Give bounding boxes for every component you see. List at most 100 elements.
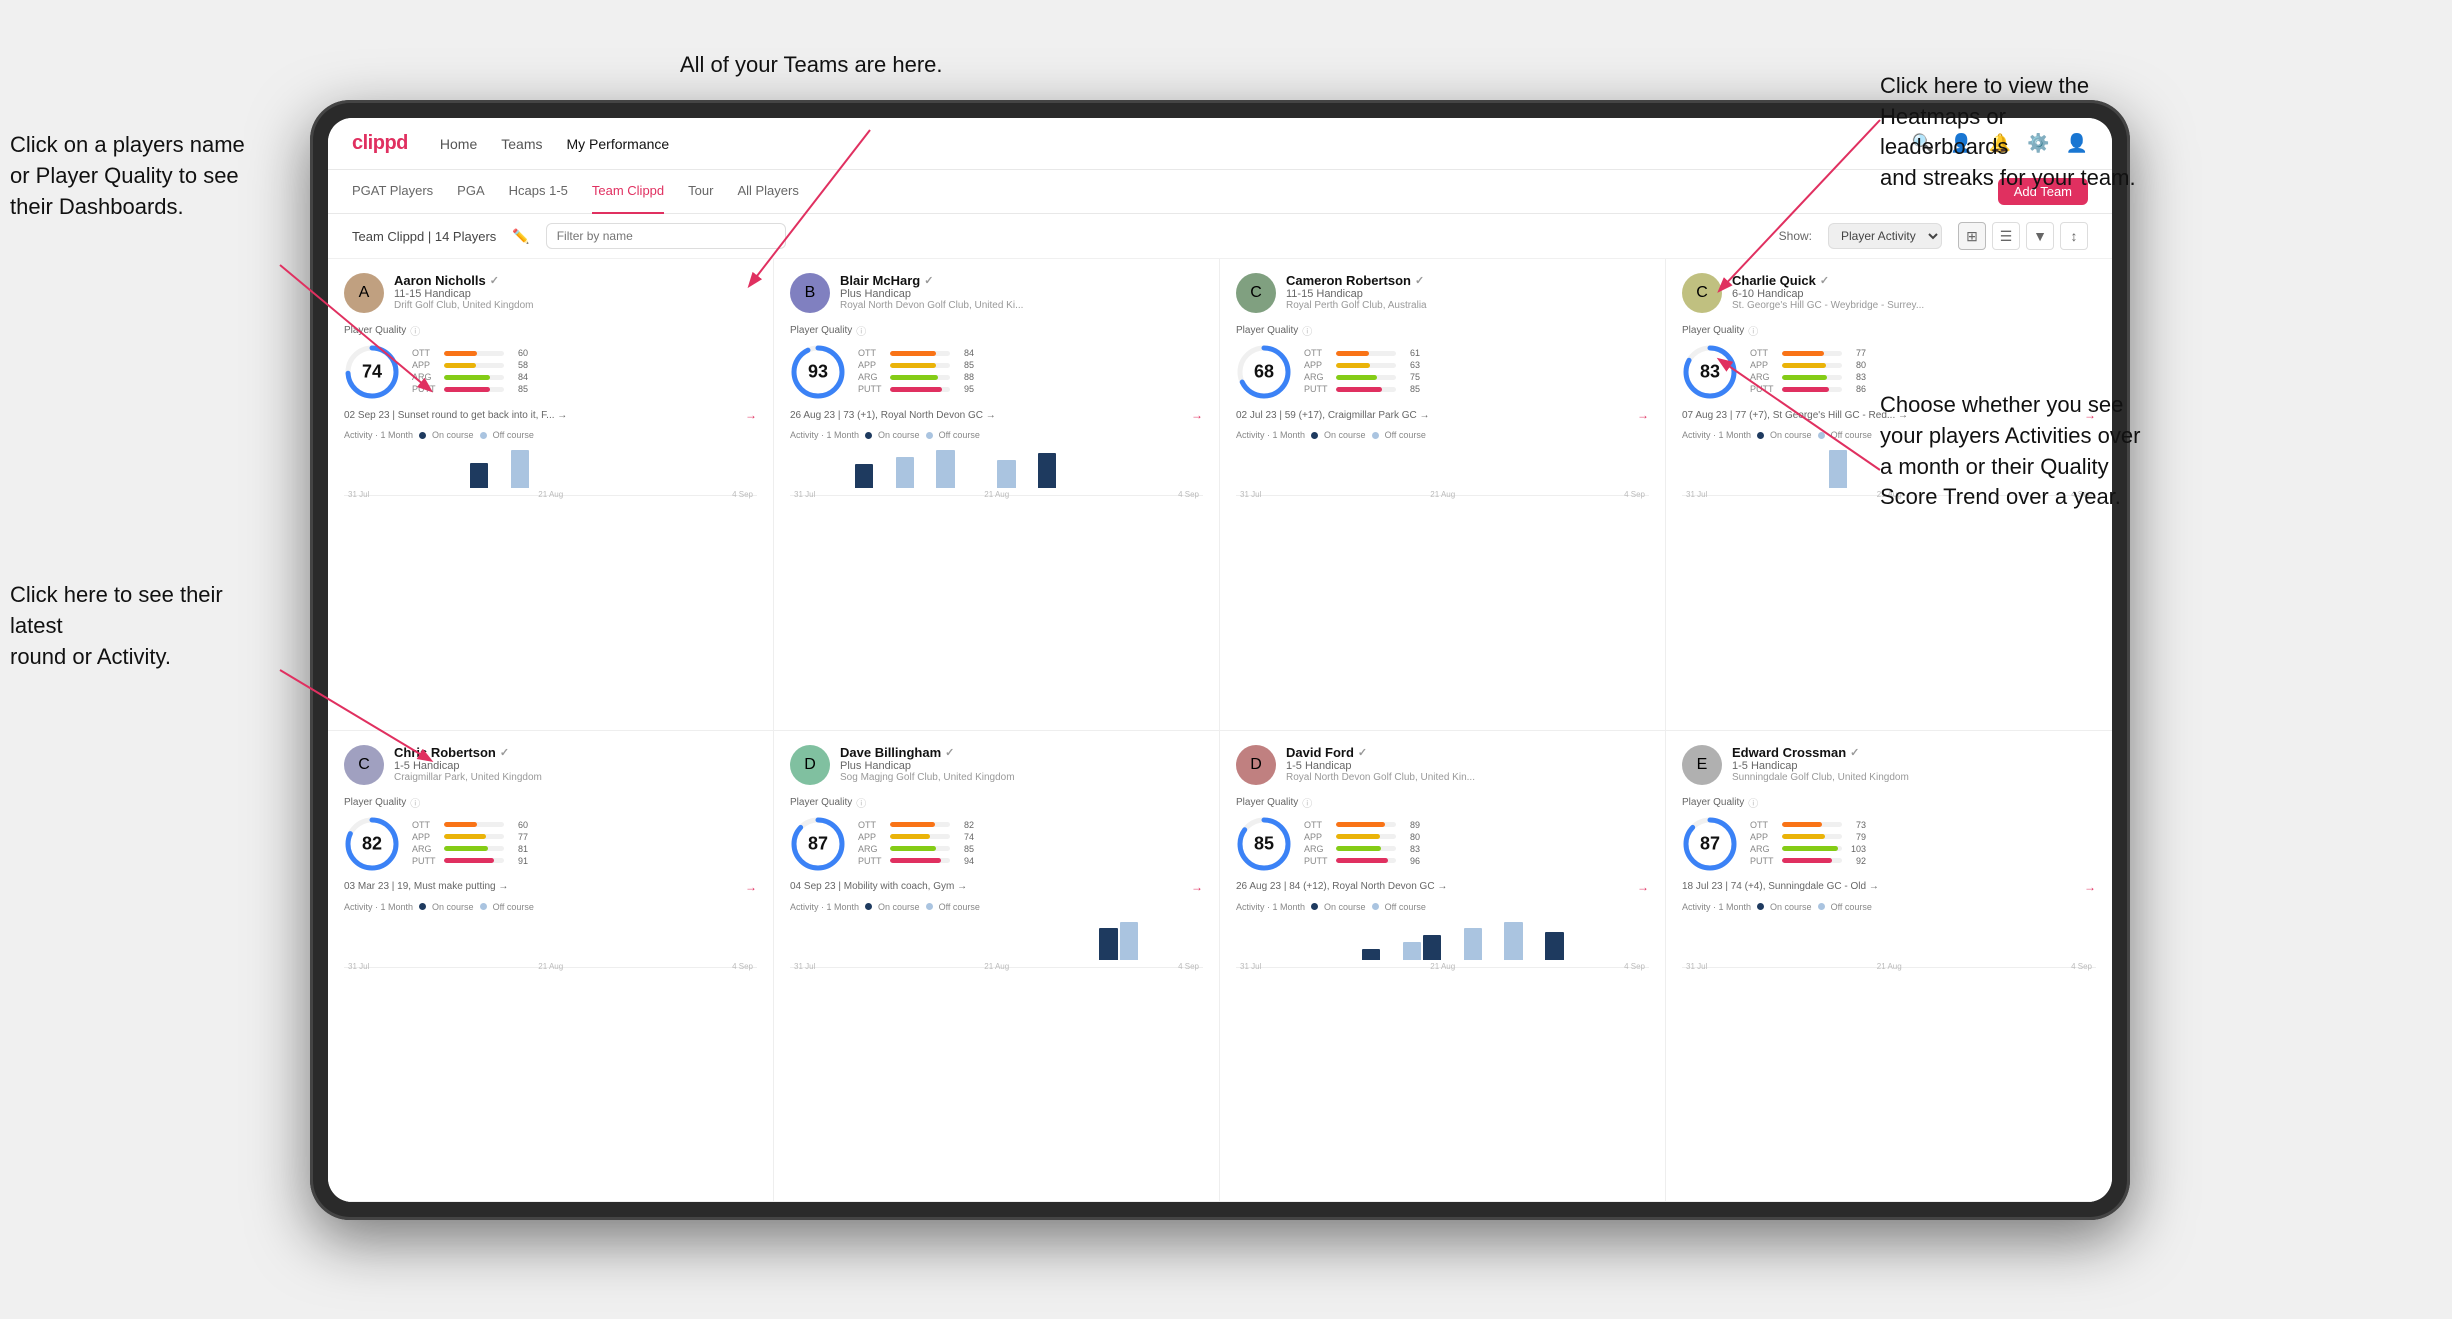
activity-label[interactable]: Activity · 1 Month [344,902,413,912]
chart-dates: 31 Jul 21 Aug 4 Sep [344,960,757,971]
player-card[interactable]: D Dave Billingham ✓ Plus Handicap Sog Ma… [774,731,1220,1203]
sub-nav-tour[interactable]: Tour [688,170,713,214]
player-name[interactable]: Aaron Nicholls ✓ [394,273,757,288]
quality-content[interactable]: 93 OTT 84 APP 85 ARG [790,344,1203,400]
score-circle[interactable]: 74 [344,344,400,400]
round-arrow-icon[interactable]: → [2084,880,2096,894]
show-select[interactable]: Player Activity [1828,223,1942,249]
player-name[interactable]: Edward Crossman ✓ [1732,745,2096,760]
activity-label[interactable]: Activity · 1 Month [790,902,859,912]
activity-label[interactable]: Activity · 1 Month [1236,430,1305,440]
info-icon[interactable]: ⓘ [1302,323,1312,338]
quality-label: Player Quality ⓘ [1682,323,2096,338]
nav-my-performance[interactable]: My Performance [566,132,669,156]
player-name[interactable]: Cameron Robertson ✓ [1286,273,1649,288]
player-name[interactable]: David Ford ✓ [1286,745,1649,760]
grid-view-button[interactable]: ⊞ [1958,222,1986,250]
edit-icon[interactable]: ✏️ [512,228,529,245]
info-icon[interactable]: ⓘ [410,795,420,810]
round-arrow-icon[interactable]: → [745,408,757,422]
latest-round[interactable]: 03 Mar 23 | 19, Must make putting → → [344,880,757,894]
round-arrow-icon[interactable]: → [1637,880,1649,894]
sub-nav-pgat[interactable]: PGAT Players [352,170,433,214]
score-circle[interactable]: 68 [1236,344,1292,400]
filter-view-button[interactable]: ▼ [2026,222,2054,250]
stats-bars: OTT 77 APP 80 ARG 83 PU [1750,348,2096,396]
latest-round[interactable]: 26 Aug 23 | 84 (+12), Royal North Devon … [1236,880,1649,894]
quality-content[interactable]: 85 OTT 89 APP 80 ARG [1236,816,1649,872]
player-name[interactable]: Chris Robertson ✓ [394,745,757,760]
latest-round[interactable]: 04 Sep 23 | Mobility with coach, Gym → → [790,880,1203,894]
score-circle[interactable]: 82 [344,816,400,872]
sub-nav-all-players[interactable]: All Players [737,170,798,214]
player-card[interactable]: B Blair McHarg ✓ Plus Handicap Royal Nor… [774,259,1220,731]
latest-round[interactable]: 02 Jul 23 | 59 (+17), Craigmillar Park G… [1236,408,1649,422]
score-number: 74 [362,362,382,383]
player-card[interactable]: C Cameron Robertson ✓ 11-15 Handicap Roy… [1220,259,1666,731]
nav-logo[interactable]: clippd [352,132,408,155]
stat-bar-bg [1782,822,1842,827]
stat-row: PUTT 94 [858,856,1203,866]
off-course-dot [1372,903,1379,910]
player-handicap: 1-5 Handicap [394,760,757,772]
nav-home[interactable]: Home [440,132,477,156]
nav-teams[interactable]: Teams [501,132,542,156]
stat-row: OTT 77 [1750,348,2096,358]
info-icon[interactable]: ⓘ [1302,795,1312,810]
player-name[interactable]: Charlie Quick ✓ [1732,273,2096,288]
latest-round[interactable]: 02 Sep 23 | Sunset round to get back int… [344,408,757,422]
quality-content[interactable]: 87 OTT 82 APP 74 ARG [790,816,1203,872]
sort-view-button[interactable]: ↕ [2060,222,2088,250]
search-input[interactable] [546,223,786,249]
info-icon[interactable]: ⓘ [856,795,866,810]
score-circle[interactable]: 87 [1682,816,1738,872]
player-avatar: B [790,273,830,313]
quality-content[interactable]: 87 OTT 73 APP 79 ARG [1682,816,2096,872]
list-view-button[interactable]: ☰ [1992,222,2020,250]
activity-section: Activity · 1 Month On course Off course … [790,902,1203,968]
date-end: 4 Sep [1178,962,1199,971]
stat-bar [890,858,941,863]
activity-label[interactable]: Activity · 1 Month [344,430,413,440]
player-grid: A Aaron Nicholls ✓ 11-15 Handicap Drift … [328,259,2112,1202]
score-circle[interactable]: 93 [790,344,846,400]
stat-label: ARG [1304,372,1332,382]
info-icon[interactable]: ⓘ [1748,323,1758,338]
score-circle[interactable]: 87 [790,816,846,872]
stat-label: ARG [412,372,440,382]
round-arrow-icon[interactable]: → [1191,880,1203,894]
stat-bar [1782,858,1832,863]
player-card[interactable]: C Chris Robertson ✓ 1-5 Handicap Craigmi… [328,731,774,1203]
stat-label: APP [858,832,886,842]
quality-content[interactable]: 68 OTT 61 APP 63 ARG [1236,344,1649,400]
stats-bars: OTT 82 APP 74 ARG 85 PU [858,820,1203,868]
stat-bar [444,846,488,851]
score-circle[interactable]: 83 [1682,344,1738,400]
player-name[interactable]: Dave Billingham ✓ [840,745,1203,760]
sub-nav-pga[interactable]: PGA [457,170,484,214]
round-arrow-icon[interactable]: → [745,880,757,894]
info-icon[interactable]: ⓘ [410,323,420,338]
stat-val: 92 [1846,856,1866,866]
player-card[interactable]: E Edward Crossman ✓ 1-5 Handicap Sunning… [1666,731,2112,1203]
activity-label[interactable]: Activity · 1 Month [1682,902,1751,912]
sub-nav-hcaps[interactable]: Hcaps 1-5 [509,170,568,214]
player-name[interactable]: Blair McHarg ✓ [840,273,1203,288]
player-card[interactable]: A Aaron Nicholls ✓ 11-15 Handicap Drift … [328,259,774,731]
latest-round[interactable]: 18 Jul 23 | 74 (+4), Sunningdale GC - Ol… [1682,880,2096,894]
activity-label[interactable]: Activity · 1 Month [1236,902,1305,912]
quality-content[interactable]: 82 OTT 60 APP 77 ARG [344,816,757,872]
quality-content[interactable]: 74 OTT 60 APP 58 ARG [344,344,757,400]
info-icon[interactable]: ⓘ [1748,795,1758,810]
player-header: C Charlie Quick ✓ 6-10 Handicap St. Geor… [1682,273,2096,313]
activity-label[interactable]: Activity · 1 Month [790,430,859,440]
sub-nav-team-clippd[interactable]: Team Clippd [592,170,664,214]
player-card[interactable]: D David Ford ✓ 1-5 Handicap Royal North … [1220,731,1666,1203]
info-icon[interactable]: ⓘ [856,323,866,338]
round-arrow-icon[interactable]: → [1191,408,1203,422]
score-circle[interactable]: 85 [1236,816,1292,872]
latest-round[interactable]: 26 Aug 23 | 73 (+1), Royal North Devon G… [790,408,1203,422]
verified-icon: ✓ [1820,274,1829,287]
activity-label[interactable]: Activity · 1 Month [1682,430,1751,440]
round-arrow-icon[interactable]: → [1637,408,1649,422]
